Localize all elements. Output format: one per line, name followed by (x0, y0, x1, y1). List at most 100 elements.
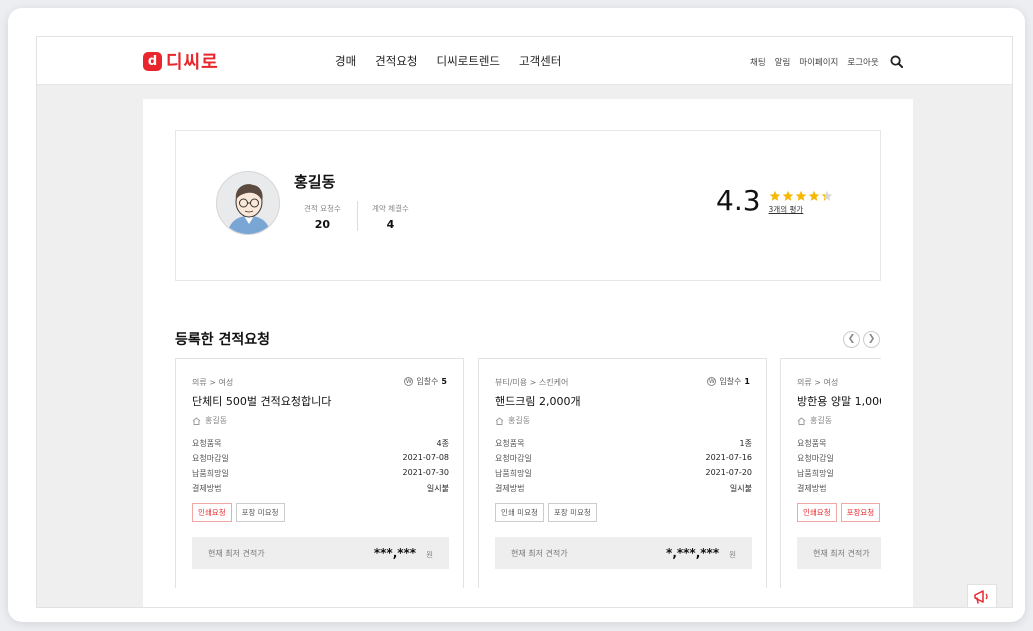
quote-card[interactable]: 의류 > 여성 W 입찰수 5 단체티 500벌 견적요청합니다홍길동요청품목 4종요청마… (175, 358, 464, 588)
detail-label: 요청품목 (797, 439, 827, 448)
detail-label: 요청마감일 (797, 454, 834, 463)
detail-label: 결제방법 (797, 484, 827, 493)
section-title: 등록한 견적요청 (175, 332, 271, 348)
detail-label: 요청품목 (192, 439, 222, 448)
price-label: 현재 최저 견적가 (511, 548, 568, 558)
megaphone-button[interactable] (967, 584, 997, 607)
nav-auction[interactable]: 경매 (335, 53, 356, 69)
util-logout[interactable]: 로그아웃 (847, 56, 878, 68)
logo[interactable]: d 디씨로 (143, 48, 219, 74)
detail-row: 납품희망일 2021-07-30 (192, 468, 449, 483)
card-owner: 홍길동 (797, 415, 832, 426)
option-tag: 포장 미요청 (235, 503, 285, 522)
card-title[interactable]: 방한용 양말 1,000족 (797, 393, 881, 409)
bid-count: 5 (441, 377, 447, 386)
price-masked: ***,*** (373, 546, 417, 560)
detail-value: 일시불 (426, 484, 449, 493)
detail-value: 2021-07-30 (402, 468, 450, 477)
quote-cards: 의류 > 여성 W 입찰수 5 단체티 500벌 견적요청합니다홍길동요청품목 4종요청마… (175, 358, 881, 607)
stat-contracts: 계약 체결수 4 (372, 203, 409, 231)
stat-value: 4 (386, 218, 395, 231)
detail-label: 결제방법 (192, 484, 222, 493)
owner-name: 홍길동 (508, 416, 531, 425)
lowest-price-box: 현재 최저 견적가 ***,*** 원 (192, 537, 449, 569)
card-details: 요청품목요청마감일납품희망일결제방법 (797, 438, 881, 498)
star-icon (795, 190, 806, 201)
rating-score: 4.3 (716, 184, 761, 217)
price-label: 현재 최저 견적가 (208, 548, 265, 558)
card-category: 뷰티/미용 > 스킨케어 (495, 378, 569, 387)
nav-trend[interactable]: 디씨로트렌드 (437, 53, 500, 69)
detail-label: 납품희망일 (495, 469, 532, 478)
card-tags: 인쇄요청 포장 미요청 (192, 503, 285, 522)
stat-quote-requests: 견적 요청수 20 (304, 203, 341, 231)
detail-value: 2021-07-20 (705, 468, 753, 477)
rating-stars (769, 190, 833, 202)
card-title[interactable]: 핸드크림 2,000개 (495, 393, 581, 409)
logo-mark-icon: d (143, 51, 162, 71)
coin-icon: W (707, 377, 717, 386)
detail-label: 납품희망일 (797, 469, 834, 478)
price-label: 현재 최저 견적가 (813, 548, 870, 558)
detail-value: 2021-07-16 (705, 453, 753, 462)
quote-card[interactable]: 의류 > 여성방한용 양말 1,000족홍길동요청품목요청마감일납품희망일결제방… (780, 358, 881, 588)
megaphone-icon (974, 589, 988, 604)
lowest-price-box: 현재 최저 견적가 (797, 537, 881, 569)
card-details: 요청품목 1종 요청마감일 2021-07-16 납품희망일 2021-07-20 결제방법… (495, 438, 752, 498)
avatar (216, 171, 280, 235)
card-owner: 홍길동 (192, 415, 227, 426)
option-tag: 인쇄요청 (797, 503, 837, 522)
util-chat[interactable]: 채팅 (750, 56, 766, 68)
profile-card: 홍길동 견적 요청수 20 계약 체결수 4 4.3 3개의 평가 (175, 130, 881, 281)
nav-quote-request[interactable]: 견적요청 (375, 53, 417, 69)
card-title[interactable]: 단체티 500벌 견적요청합니다 (192, 393, 331, 409)
detail-row: 결제방법 일시불 (495, 483, 752, 498)
detail-row: 요청품목 4종 (192, 438, 449, 453)
browser-viewport: d 디씨로 경매 견적요청 디씨로트렌드 고객센터 채팅 알림 마이페이지 로그… (36, 36, 1013, 608)
star-icon (808, 190, 819, 201)
util-mypage[interactable]: 마이페이지 (799, 56, 838, 68)
nav-customer-center[interactable]: 고객센터 (519, 53, 561, 69)
star-icon (769, 190, 780, 201)
card-bids: W 입찰수 1 (707, 376, 750, 387)
stat-label: 계약 체결수 (372, 204, 409, 213)
detail-row: 요청품목 (797, 438, 881, 453)
next-arrow-icon[interactable]: ❯ (863, 331, 880, 348)
card-bids: W 입찰수 5 (404, 376, 447, 387)
detail-row: 요청마감일 2021-07-08 (192, 453, 449, 468)
detail-value: 4종 (436, 439, 449, 448)
detail-label: 납품희망일 (192, 469, 229, 478)
star-icon (821, 190, 832, 201)
home-icon (797, 416, 806, 425)
detail-label: 결제방법 (495, 484, 525, 493)
bid-count: 1 (744, 377, 750, 386)
price-value: *,***,*** 원 (666, 546, 736, 560)
detail-row: 납품희망일 (797, 468, 881, 483)
option-tag: 포장요청 (840, 503, 881, 522)
search-icon[interactable] (890, 55, 903, 68)
option-tag: 포장 미요청 (547, 503, 597, 522)
user-name: 홍길동 (294, 173, 336, 191)
option-tag: 인쇄요청 (192, 503, 232, 522)
review-count-link[interactable]: 3개의 평가 (769, 204, 833, 215)
carousel-nav: ❮ ❯ (843, 331, 880, 348)
home-icon (192, 416, 201, 425)
owner-name: 홍길동 (205, 416, 228, 425)
card-category: 의류 > 여성 (192, 378, 234, 387)
home-icon (495, 416, 504, 425)
coin-icon: W (404, 377, 414, 386)
logo-text: 디씨로 (166, 52, 219, 73)
rating: 4.3 3개의 평가 (716, 187, 833, 215)
user-avatar-icon (227, 184, 271, 234)
stat-divider (357, 201, 358, 231)
card-tags: 인쇄 미요청 포장 미요청 (495, 503, 597, 522)
price-masked: *,***,*** (666, 546, 720, 560)
detail-label: 요청마감일 (495, 454, 532, 463)
stat-label: 견적 요청수 (304, 204, 341, 213)
card-owner: 홍길동 (495, 415, 530, 426)
prev-arrow-icon[interactable]: ❮ (843, 331, 860, 348)
detail-row: 요청마감일 (797, 453, 881, 468)
util-notifications[interactable]: 알림 (775, 56, 791, 68)
quote-card[interactable]: 뷰티/미용 > 스킨케어 W 입찰수 1 핸드크림 2,000개 홍길동 요청품목 1종 요청마… (478, 358, 767, 588)
star-icon (782, 190, 793, 201)
